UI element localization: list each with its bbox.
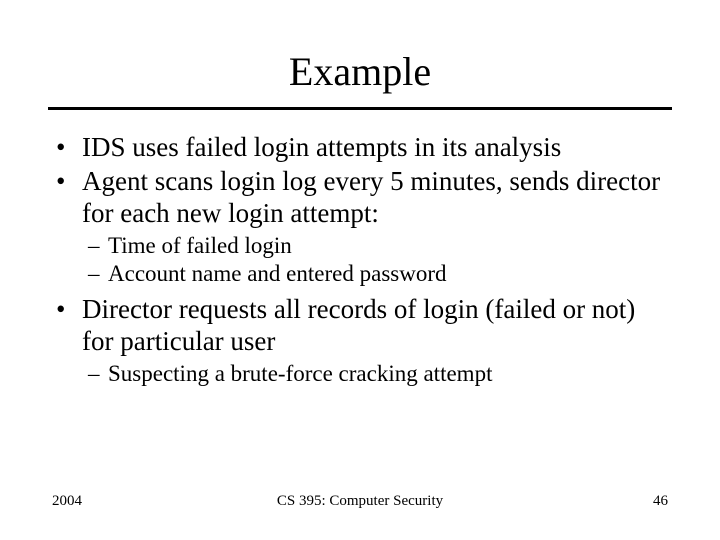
footer-course: CS 395: Computer Security bbox=[277, 493, 443, 510]
slide-title: Example bbox=[0, 0, 720, 107]
slide-content: • IDS uses failed login attempts in its … bbox=[0, 132, 720, 387]
sub-bullet-mark: – bbox=[88, 360, 108, 387]
bullet-item: • Director requests all records of login… bbox=[52, 294, 668, 358]
bullet-mark: • bbox=[52, 294, 82, 358]
sub-bullet-text: Time of failed login bbox=[108, 232, 668, 259]
slide-footer: 2004 CS 395: Computer Security 46 bbox=[0, 493, 720, 510]
bullet-item: • IDS uses failed login attempts in its … bbox=[52, 132, 668, 164]
sub-bullet-item: – Account name and entered password bbox=[88, 260, 668, 287]
sub-bullet-text: Suspecting a brute-force cracking attemp… bbox=[108, 360, 668, 387]
sub-bullet-mark: – bbox=[88, 232, 108, 259]
sub-bullet-text: Account name and entered password bbox=[108, 260, 668, 287]
sub-bullet-item: – Suspecting a brute-force cracking atte… bbox=[88, 360, 668, 387]
sub-bullet-item: – Time of failed login bbox=[88, 232, 668, 259]
bullet-text: IDS uses failed login attempts in its an… bbox=[82, 132, 668, 164]
bullet-text: Agent scans login log every 5 minutes, s… bbox=[82, 166, 668, 230]
sub-bullet-mark: – bbox=[88, 260, 108, 287]
title-divider bbox=[48, 107, 672, 110]
bullet-mark: • bbox=[52, 166, 82, 230]
bullet-mark: • bbox=[52, 132, 82, 164]
bullet-text: Director requests all records of login (… bbox=[82, 294, 668, 358]
bullet-item: • Agent scans login log every 5 minutes,… bbox=[52, 166, 668, 230]
footer-page-number: 46 bbox=[653, 493, 668, 510]
footer-year: 2004 bbox=[52, 493, 82, 510]
